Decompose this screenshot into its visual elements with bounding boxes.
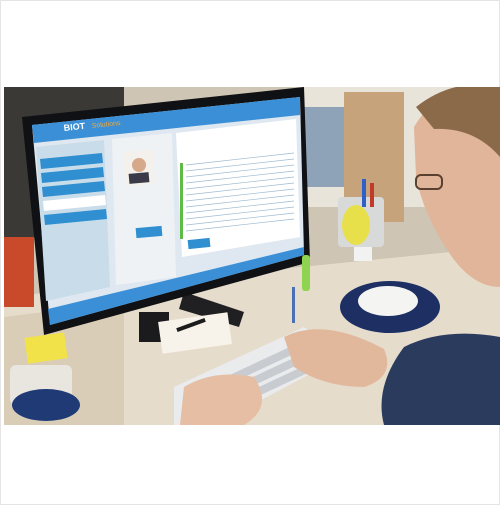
yellow-object (342, 205, 370, 245)
blue-mug (12, 389, 80, 421)
pen-holder-pen (370, 183, 374, 207)
highlighter (302, 255, 310, 291)
background-binder (304, 107, 344, 187)
pen-holder-pen (362, 179, 366, 207)
mouse (358, 286, 418, 316)
red-folder (4, 237, 34, 307)
office-photo: BIOT Solutions (4, 87, 500, 425)
pencil (292, 287, 295, 323)
table-highlight-bar (180, 163, 183, 239)
photo-scene: BIOT Solutions (4, 87, 500, 425)
profile-shirt (128, 172, 150, 184)
sticky-notes (24, 332, 68, 364)
eraser (354, 247, 372, 261)
profile-face (132, 158, 146, 172)
